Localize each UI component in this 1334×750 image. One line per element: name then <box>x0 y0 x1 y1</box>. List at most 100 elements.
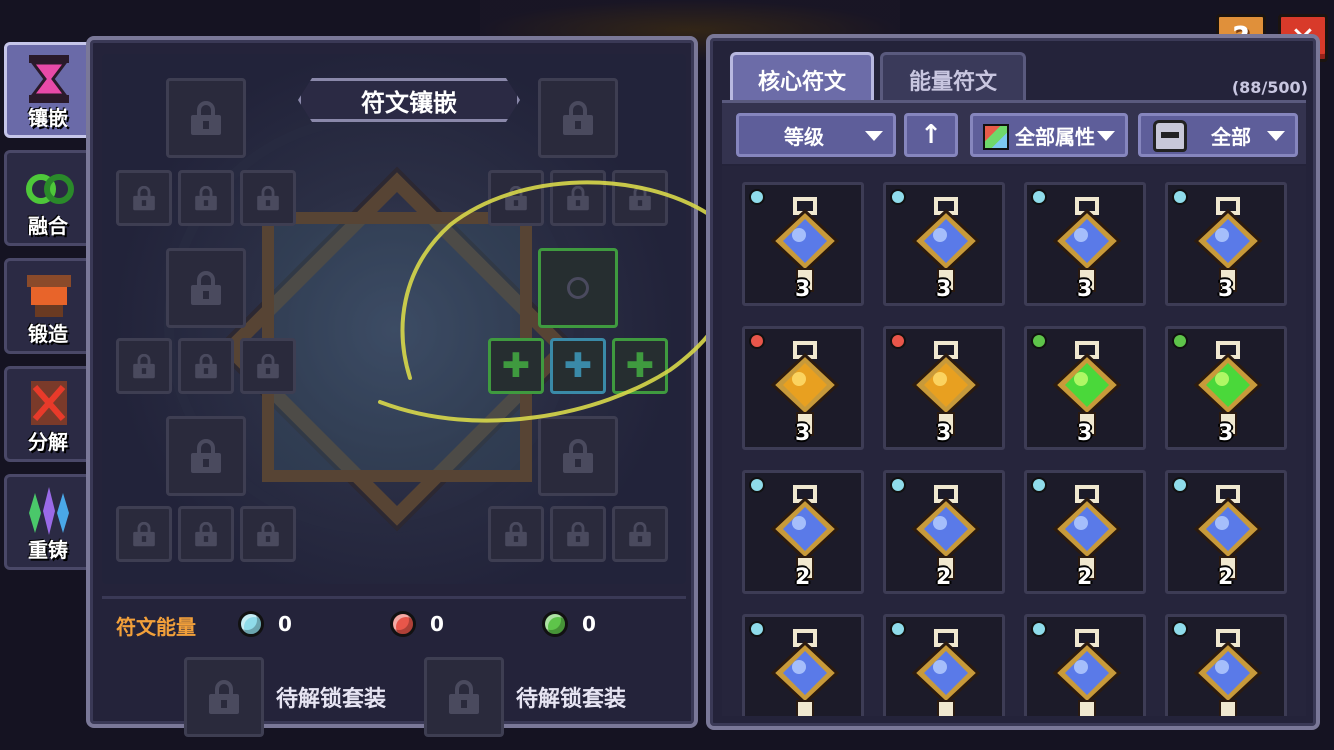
locked-energy-slot[interactable] <box>116 170 172 226</box>
lock-icon <box>133 185 155 211</box>
decompose-icon <box>31 381 67 425</box>
lock-icon <box>563 101 593 135</box>
locked-energy-slot[interactable] <box>550 170 606 226</box>
rune-level: 2 <box>936 565 952 590</box>
plus-icon: ✚ <box>625 346 655 386</box>
locked-energy-slot[interactable] <box>488 170 544 226</box>
rune-item[interactable]: 2 <box>1165 470 1287 594</box>
attribute-filter-dropdown[interactable]: 全部属性 <box>970 113 1128 157</box>
locked-core-slot[interactable] <box>538 78 618 158</box>
side-tab-label: 融合 <box>28 214 68 238</box>
red-energy: 0 <box>390 611 444 637</box>
side-tab-decompose[interactable]: 分解 <box>4 366 92 462</box>
red-gem-icon <box>749 333 765 349</box>
rune-level: 3 <box>1218 277 1234 302</box>
green-gem-icon <box>1031 333 1047 349</box>
rune-item[interactable]: 3 <box>1024 326 1146 450</box>
add-energy-slot[interactable]: ✚ <box>612 338 668 394</box>
rune-item[interactable]: 3 <box>742 326 864 450</box>
locked-core-slot[interactable] <box>166 416 246 496</box>
lock-icon <box>257 185 279 211</box>
locked-energy-slot[interactable] <box>488 506 544 562</box>
rune-inventory-panel: 核心符文 能量符文 (88/500) 等级 ↑ 全部属性 全部 33333333… <box>706 34 1320 730</box>
side-tab-inlay[interactable]: 镶嵌 <box>4 42 92 138</box>
locked-core-slot[interactable] <box>166 248 246 328</box>
rune-item[interactable]: 3 <box>742 182 864 306</box>
rune-item[interactable]: 3 <box>1165 326 1287 450</box>
blue-gem-icon <box>238 611 264 637</box>
rune-level: 3 <box>936 277 952 302</box>
locked-energy-slot[interactable] <box>240 338 296 394</box>
energy-label: 符文能量 <box>116 615 196 639</box>
lock-icon <box>191 439 221 473</box>
green-gem-icon <box>542 611 568 637</box>
rune-inlay-panel: 符文镶嵌 ✚ ✚ ✚ 符文能量 0 0 0 待解锁套装 待解锁套装 <box>86 36 698 737</box>
blue-gem-icon <box>1172 477 1188 493</box>
set-lock-slot <box>424 657 504 737</box>
side-tab-recast[interactable]: 重铸 <box>4 474 92 570</box>
side-tab-label: 重铸 <box>28 538 68 562</box>
locked-energy-slot[interactable] <box>116 506 172 562</box>
rune-item[interactable]: 3 <box>1165 182 1287 306</box>
locked-energy-slot[interactable] <box>550 506 606 562</box>
locked-energy-slot[interactable] <box>240 506 296 562</box>
rune-energy-area: 符文能量 0 0 0 待解锁套装 待解锁套装 <box>102 596 686 737</box>
tab-core-runes[interactable]: 核心符文 <box>730 52 874 104</box>
rune-grid: 3 3 3 3 3 3 3 3 2 2 2 2 <box>722 166 1306 716</box>
locked-core-slot[interactable] <box>538 416 618 496</box>
lock-icon <box>191 101 221 135</box>
rune-item[interactable]: 3 <box>1024 182 1146 306</box>
rune-item[interactable]: 3 <box>883 326 1005 450</box>
locked-energy-slot[interactable] <box>116 338 172 394</box>
plus-icon: ✚ <box>501 346 531 386</box>
rune-item[interactable]: 3 <box>883 182 1005 306</box>
rune-item[interactable] <box>742 614 864 716</box>
blue-gem-icon <box>890 621 906 637</box>
add-energy-slot[interactable]: ✚ <box>488 338 544 394</box>
locked-energy-slot[interactable] <box>178 170 234 226</box>
lock-icon <box>629 521 651 547</box>
rune-key-icon <box>1052 629 1122 716</box>
arrow-up-icon: ↑ <box>920 120 942 150</box>
anvil-icon <box>27 275 71 317</box>
rune-level: 2 <box>1077 565 1093 590</box>
rune-item[interactable]: 2 <box>883 470 1005 594</box>
rune-item[interactable]: 2 <box>742 470 864 594</box>
open-core-slot[interactable] <box>538 248 618 328</box>
rune-level: 3 <box>1077 277 1093 302</box>
chevron-down-icon <box>1097 131 1115 141</box>
locked-energy-slot[interactable] <box>612 170 668 226</box>
locked-core-slot[interactable] <box>166 78 246 158</box>
locked-energy-slot[interactable] <box>612 506 668 562</box>
rune-item[interactable] <box>1165 614 1287 716</box>
add-energy-slot[interactable]: ✚ <box>550 338 606 394</box>
rune-item[interactable] <box>883 614 1005 716</box>
rune-board: 符文镶嵌 ✚ ✚ ✚ <box>102 54 686 584</box>
locked-energy-slot[interactable] <box>240 170 296 226</box>
rune-item[interactable]: 2 <box>1024 470 1146 594</box>
rune-level: 2 <box>1218 565 1234 590</box>
set-bonus-slot[interactable]: 待解锁套装 <box>424 657 626 737</box>
locked-energy-slot[interactable] <box>178 506 234 562</box>
blue-gem-icon <box>1172 621 1188 637</box>
locked-energy-slot[interactable] <box>178 338 234 394</box>
hero-filter-dropdown[interactable]: 全部 <box>1138 113 1298 157</box>
rune-key-icon <box>1193 629 1263 716</box>
rune-level: 2 <box>795 565 811 590</box>
side-tab-forge[interactable]: 锻造 <box>4 258 92 354</box>
level-sort-dropdown[interactable]: 等级 <box>736 113 896 157</box>
sort-direction-button[interactable]: ↑ <box>904 113 958 157</box>
rune-level: 3 <box>1218 421 1234 446</box>
rune-level: 3 <box>795 421 811 446</box>
side-tab-fusion[interactable]: 融合 <box>4 150 92 246</box>
set-bonus-slot[interactable]: 待解锁套装 <box>184 657 386 737</box>
lock-icon <box>191 271 221 305</box>
set-label: 待解锁套装 <box>516 687 627 712</box>
blue-gem-icon <box>890 477 906 493</box>
lock-icon <box>629 185 651 211</box>
tab-energy-runes[interactable]: 能量符文 <box>880 52 1026 104</box>
lock-icon <box>195 185 217 211</box>
rune-key-icon <box>911 629 981 716</box>
lock-icon <box>567 185 589 211</box>
rune-item[interactable] <box>1024 614 1146 716</box>
